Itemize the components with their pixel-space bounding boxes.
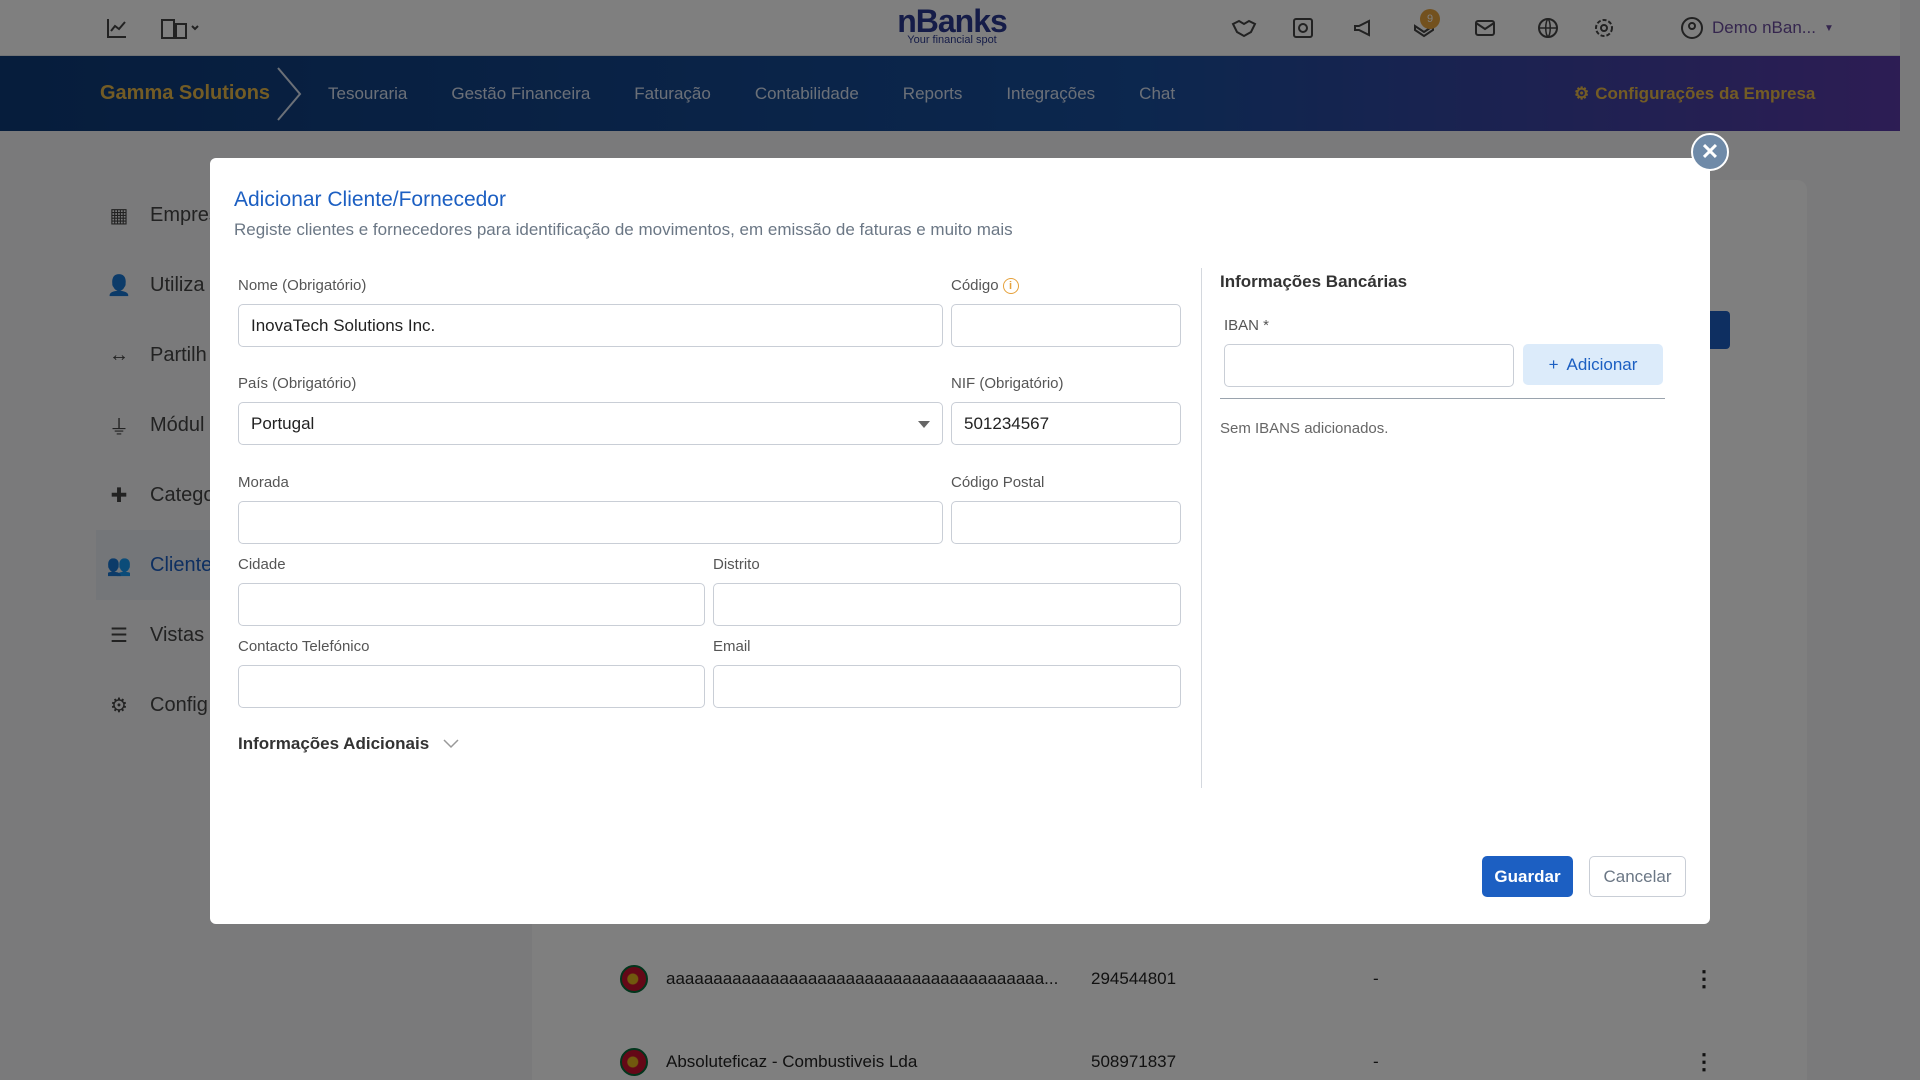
modal-title: Adicionar Cliente/Fornecedor [234, 188, 506, 211]
pais-label: País (Obrigatório) [238, 375, 357, 392]
caret-down-icon [918, 421, 930, 428]
nif-input[interactable] [951, 402, 1181, 445]
cidade-input[interactable] [238, 583, 705, 626]
nome-label: Nome (Obrigatório) [238, 277, 367, 294]
morada-label: Morada [238, 474, 289, 491]
pais-select[interactable]: Portugal [238, 402, 943, 445]
cancel-button[interactable]: Cancelar [1589, 856, 1686, 897]
distrito-label: Distrito [713, 556, 760, 573]
iban-label: IBAN * [1224, 317, 1270, 334]
pais-selected-value: Portugal [251, 413, 315, 433]
close-icon[interactable]: ✕ [1691, 133, 1729, 171]
iban-empty-message: Sem IBANS adicionados. [1220, 420, 1389, 437]
morada-input[interactable] [238, 501, 943, 544]
bank-info-title: Informações Bancárias [1220, 272, 1408, 291]
codigo-label: Código [951, 277, 999, 294]
telefone-label: Contacto Telefónico [238, 638, 370, 655]
email-label: Email [713, 638, 751, 655]
telefone-input[interactable] [238, 665, 705, 708]
nif-label: NIF (Obrigatório) [951, 375, 1064, 392]
codigo-input[interactable] [951, 304, 1181, 347]
info-icon[interactable]: i [1002, 277, 1019, 294]
nome-input[interactable] [238, 304, 943, 347]
chevron-down-icon [443, 739, 459, 749]
codigo-postal-input[interactable] [951, 501, 1181, 544]
email-input[interactable] [713, 665, 1181, 708]
additional-info-label: Informações Adicionais [238, 734, 430, 753]
cidade-label: Cidade [238, 556, 286, 573]
add-client-modal: Adicionar Cliente/Fornecedor Registe cli… [210, 158, 1710, 924]
additional-info-toggle[interactable]: Informações Adicionais [238, 734, 459, 754]
plus-icon: + [1548, 354, 1559, 374]
iban-input[interactable] [1224, 344, 1514, 387]
save-button[interactable]: Guardar [1482, 856, 1573, 897]
bank-divider [1220, 398, 1665, 399]
column-divider [1201, 268, 1202, 788]
add-iban-button[interactable]: + Adicionar [1523, 344, 1663, 385]
distrito-input[interactable] [713, 583, 1181, 626]
add-iban-label: Adicionar [1566, 354, 1638, 374]
codigo-postal-label: Código Postal [951, 474, 1045, 491]
codigo-label-group: Código i [951, 277, 1019, 294]
modal-subtitle: Registe clientes e fornecedores para ide… [234, 220, 1013, 239]
